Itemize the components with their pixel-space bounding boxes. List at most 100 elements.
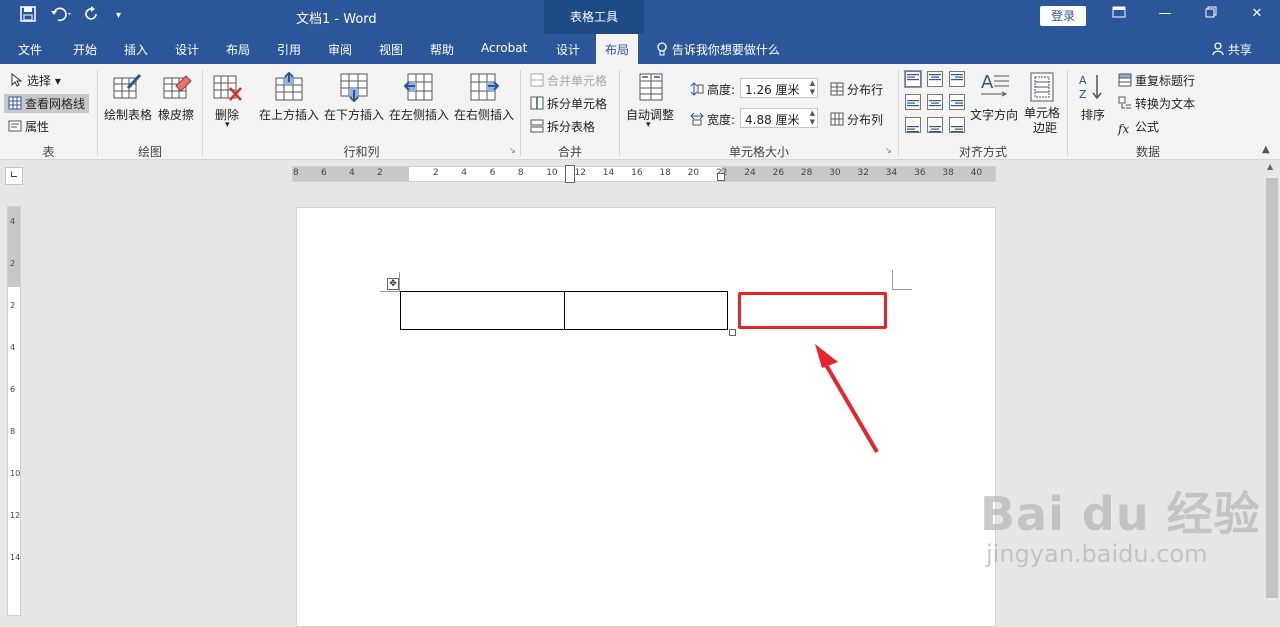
- table-move-handle-icon[interactable]: ✥: [387, 278, 399, 290]
- vertical-scrollbar[interactable]: ▲: [1264, 160, 1280, 616]
- merge-cells-button[interactable]: 合并单元格: [530, 72, 607, 89]
- tab-references[interactable]: 引用: [277, 41, 301, 58]
- tab-acrobat[interactable]: Acrobat: [481, 41, 527, 55]
- watermark-logo: Bai du 经验: [980, 487, 1261, 541]
- save-icon[interactable]: [20, 6, 36, 26]
- ribbon-display-options-icon[interactable]: [1108, 6, 1130, 22]
- distribute-rows-button[interactable]: 分布行: [830, 81, 883, 98]
- insert-above-icon[interactable]: [274, 71, 304, 102]
- autofit-icon[interactable]: [636, 72, 666, 102]
- distribute-cols-button[interactable]: 分布列: [830, 111, 883, 128]
- share-label: 共享: [1227, 43, 1252, 57]
- text-direction-label[interactable]: 文字方向: [970, 106, 1018, 123]
- cell-margins-label-2: 边距: [1033, 121, 1058, 135]
- insert-above-label[interactable]: 在上方插入: [259, 106, 319, 123]
- align-middle-left-icon[interactable]: [904, 93, 922, 111]
- close-icon[interactable]: ✕: [1246, 6, 1268, 21]
- select-button[interactable]: 选择 ▾: [10, 72, 61, 89]
- document-table[interactable]: [400, 291, 728, 330]
- formula-button[interactable]: fx 公式: [1118, 118, 1159, 136]
- split-cells-button[interactable]: 拆分单元格: [530, 95, 607, 112]
- rows-cols-launcher-icon[interactable]: ↘: [509, 146, 516, 155]
- tab-file[interactable]: 文件: [18, 41, 42, 58]
- insert-left-label[interactable]: 在左侧插入: [389, 106, 449, 123]
- tell-me-search[interactable]: 告诉我你想要做什么: [656, 41, 780, 58]
- share-button[interactable]: 共享: [1212, 41, 1252, 58]
- align-bottom-right-icon[interactable]: [948, 116, 966, 134]
- collapse-ribbon-icon[interactable]: ▲: [1262, 144, 1270, 155]
- text-direction-icon[interactable]: A: [980, 70, 1010, 100]
- sort-label[interactable]: 排序: [1081, 106, 1105, 123]
- insert-right-icon[interactable]: [469, 72, 500, 102]
- align-middle-right-icon[interactable]: [948, 93, 966, 111]
- insert-below-icon[interactable]: [339, 72, 369, 103]
- align-top-right-icon[interactable]: [948, 70, 966, 88]
- left-indent-marker[interactable]: [565, 165, 575, 183]
- redo-icon[interactable]: [84, 6, 100, 26]
- horizontal-ruler[interactable]: 8642246810121416182022242628303234363840: [292, 165, 996, 183]
- ruler-tick-label: 4: [10, 343, 16, 352]
- sort-icon[interactable]: AZ: [1077, 72, 1107, 102]
- convert-to-text-button[interactable]: 转换为文本: [1118, 95, 1195, 112]
- cell-margins-button[interactable]: 单元格 边距: [1024, 106, 1060, 136]
- align-bottom-center-icon[interactable]: [926, 116, 944, 134]
- tab-table-layout[interactable]: 布局: [596, 34, 639, 64]
- autofit-dropdown-icon[interactable]: ▾: [646, 120, 651, 130]
- repeat-header-button[interactable]: 重复标题行: [1118, 72, 1195, 89]
- align-top-center-icon[interactable]: [926, 70, 944, 88]
- table-cell[interactable]: [400, 291, 565, 330]
- align-bottom-left-icon[interactable]: [904, 116, 922, 134]
- tab-view[interactable]: 视图: [379, 41, 403, 58]
- cell-size-launcher-icon[interactable]: ↘: [885, 146, 892, 155]
- column-width-icon: [690, 112, 704, 126]
- tab-review[interactable]: 审阅: [328, 41, 352, 58]
- eraser-label[interactable]: 橡皮擦: [158, 106, 194, 123]
- right-indent-marker[interactable]: [717, 173, 725, 181]
- tab-layout[interactable]: 布局: [226, 41, 250, 58]
- vertical-ruler[interactable]: 4 2 2 4 6 8 10 12 14: [7, 206, 21, 616]
- cell-margins-icon[interactable]: [1028, 72, 1058, 102]
- height-spinner-icon[interactable]: ▲ ▼: [810, 79, 815, 97]
- tab-design[interactable]: 设计: [175, 41, 199, 58]
- scrollbar-thumb[interactable]: [1266, 178, 1278, 598]
- insert-below-label[interactable]: 在下方插入: [324, 106, 384, 123]
- table-resize-handle[interactable]: [729, 329, 736, 336]
- document-page[interactable]: [296, 207, 996, 627]
- insert-left-icon[interactable]: [403, 72, 434, 102]
- draw-table-icon[interactable]: [112, 72, 142, 102]
- group-label-table: 表: [42, 145, 55, 159]
- draw-table-label[interactable]: 绘制表格: [104, 106, 152, 123]
- scroll-up-icon[interactable]: ▲: [1267, 162, 1273, 171]
- customize-qat-icon[interactable]: ▾: [116, 10, 121, 21]
- ruler-tick-label: 2: [433, 168, 439, 178]
- split-table-button[interactable]: 拆分表格: [530, 118, 595, 135]
- tab-home[interactable]: 开始: [73, 41, 97, 58]
- tab-help[interactable]: 帮助: [430, 41, 454, 58]
- tab-table-design[interactable]: 设计: [556, 41, 580, 58]
- tab-insert[interactable]: 插入: [124, 41, 148, 58]
- undo-icon[interactable]: [50, 6, 74, 26]
- tab-stop-selector[interactable]: ∟: [5, 167, 23, 185]
- eraser-icon[interactable]: [162, 72, 192, 102]
- table-cell[interactable]: [563, 291, 728, 330]
- properties-button[interactable]: 属性: [8, 118, 49, 135]
- align-middle-center-icon[interactable]: [926, 93, 944, 111]
- height-input[interactable]: 1.26 厘米 ▲ ▼: [740, 78, 818, 98]
- ruler-tick-label: 24: [744, 168, 756, 178]
- restore-icon[interactable]: [1200, 6, 1222, 22]
- width-spinner-icon[interactable]: ▲ ▼: [810, 109, 815, 127]
- view-gridlines-button[interactable]: 查看网格线: [4, 94, 90, 113]
- insert-right-label[interactable]: 在右侧插入: [454, 106, 514, 123]
- view-gridlines-label: 查看网格线: [25, 97, 86, 111]
- delete-table-icon[interactable]: [212, 72, 242, 102]
- align-top-left-icon[interactable]: [904, 70, 922, 88]
- width-label: 宽度:: [707, 113, 736, 127]
- width-input[interactable]: 4.88 厘米 ▲ ▼: [740, 108, 818, 128]
- convert-to-text-label: 转换为文本: [1135, 97, 1196, 111]
- delete-dropdown-icon[interactable]: ▾: [225, 120, 230, 130]
- minimize-icon[interactable]: —: [1154, 6, 1176, 21]
- group-label-rows-cols: 行和列: [343, 145, 380, 159]
- formula-icon: fx: [1118, 122, 1130, 136]
- tell-me-text: 告诉我你想要做什么: [671, 43, 780, 57]
- login-button[interactable]: 登录: [1040, 6, 1086, 26]
